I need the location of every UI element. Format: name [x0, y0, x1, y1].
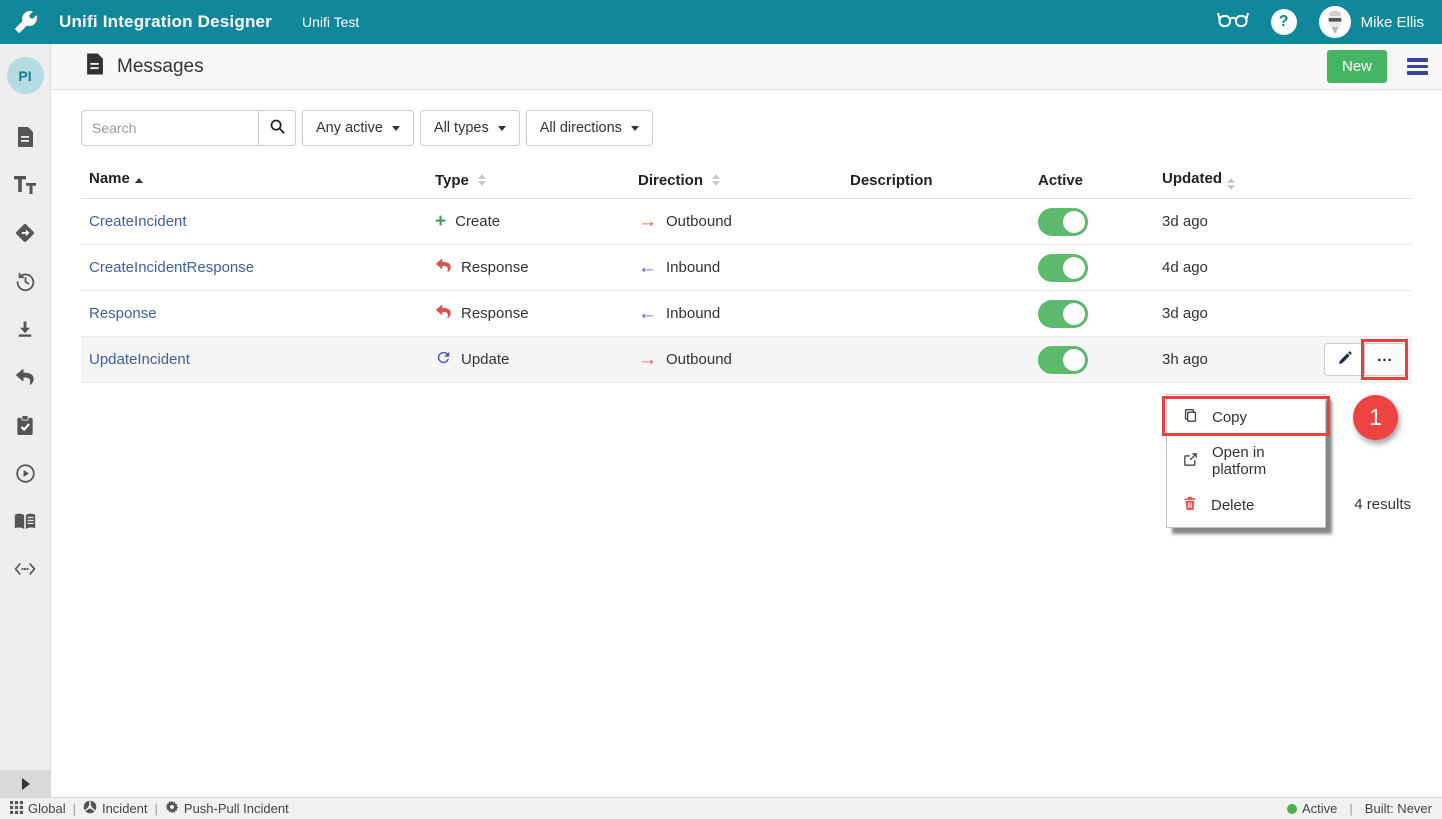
menu-icon[interactable]	[1407, 55, 1428, 78]
user-menu[interactable]: Mike Ellis	[1319, 6, 1424, 38]
message-name-link[interactable]: CreateIncidentResponse	[89, 259, 254, 276]
search-input[interactable]	[81, 110, 258, 146]
wrench-icon[interactable]	[0, 11, 51, 33]
plus-icon: +	[435, 212, 446, 231]
refresh-icon	[435, 349, 452, 370]
search-icon	[269, 118, 286, 138]
pencil-icon	[1337, 350, 1353, 369]
filter-bar: Any active All types All directions	[81, 110, 1412, 146]
table-row: CreateIncidentResponse Response ← Inboun…	[81, 245, 1412, 291]
reply-icon	[435, 304, 452, 323]
user-avatar	[1319, 6, 1351, 38]
results-count: 4 results	[1354, 496, 1411, 513]
arrow-left-icon: ←	[638, 304, 657, 323]
sort-icon	[478, 174, 486, 186]
help-icon[interactable]: ?	[1271, 9, 1297, 35]
column-header-updated[interactable]: Updated	[1154, 170, 1294, 190]
reply-icon[interactable]	[14, 367, 36, 387]
new-button[interactable]: New	[1327, 50, 1387, 83]
play-circle-icon[interactable]	[14, 463, 36, 483]
menu-item-delete[interactable]: Delete	[1167, 483, 1325, 527]
active-filter-dropdown[interactable]: Any active	[302, 110, 414, 146]
text-fields-icon[interactable]	[14, 175, 36, 195]
left-sidebar: PI	[0, 44, 51, 797]
column-header-description: Description	[850, 172, 1038, 189]
menu-item-copy[interactable]: Copy	[1167, 395, 1325, 439]
built-status: Built: Never	[1365, 801, 1432, 816]
statusbar-integration[interactable]: Incident	[83, 800, 148, 817]
active-toggle[interactable]	[1038, 208, 1088, 236]
message-name-link[interactable]: UpdateIncident	[89, 351, 190, 368]
app-title: Unifi Integration Designer	[59, 12, 272, 32]
chevron-down-icon	[498, 126, 506, 131]
glasses-icon[interactable]	[1217, 9, 1249, 36]
status-bar: Global | Incident | Push-Pull Incident A…	[0, 797, 1442, 819]
active-toggle[interactable]	[1038, 254, 1088, 282]
chevron-down-icon	[631, 126, 639, 131]
external-link-icon	[1182, 451, 1199, 472]
book-icon[interactable]	[14, 511, 36, 531]
active-toggle[interactable]	[1038, 300, 1088, 328]
sidebar-expand-button[interactable]	[0, 770, 51, 797]
table-row-selected: UpdateIncident Update → Outbound 3h ago	[81, 337, 1412, 383]
sort-asc-icon	[135, 178, 143, 190]
chevron-down-icon	[392, 126, 400, 131]
message-name-link[interactable]: Response	[89, 305, 157, 322]
trash-icon	[1182, 495, 1198, 516]
table-header-row: Name Type Direction Description Active	[81, 162, 1412, 199]
expand-arrow-icon	[22, 778, 30, 790]
active-toggle[interactable]	[1038, 346, 1088, 374]
arrow-left-icon: ←	[638, 258, 657, 277]
column-header-direction[interactable]: Direction	[638, 172, 850, 189]
copy-icon	[1182, 407, 1199, 428]
page-title: Messages	[117, 56, 204, 78]
statusbar-global[interactable]: Global	[10, 801, 66, 817]
context-menu: Copy Open in platform Delete	[1166, 394, 1326, 528]
search-button[interactable]	[258, 110, 296, 146]
page-header: Messages New	[51, 44, 1442, 90]
message-name-link[interactable]: CreateIncident	[89, 213, 187, 230]
type-filter-dropdown[interactable]: All types	[420, 110, 520, 146]
messages-icon	[85, 53, 104, 80]
direction-filter-dropdown[interactable]: All directions	[526, 110, 653, 146]
process-icon	[83, 800, 97, 817]
table-row: CreateIncident + Create → Outbound 3d ag…	[81, 199, 1412, 245]
top-navigation-bar: Unifi Integration Designer Unifi Test ?	[0, 0, 1442, 44]
clipboard-check-icon[interactable]	[14, 415, 36, 435]
more-actions-button[interactable]: ...	[1365, 343, 1406, 376]
active-status-label: Active	[1302, 801, 1337, 816]
code-icon[interactable]	[14, 559, 36, 579]
grid-icon	[10, 801, 23, 817]
edit-button[interactable]	[1324, 343, 1365, 376]
arrow-right-icon: →	[638, 350, 657, 369]
gear-icon	[165, 800, 179, 817]
annotation-step-badge: 1	[1353, 395, 1398, 440]
arrow-right-icon: →	[638, 212, 657, 231]
messages-table: Name Type Direction Description Active	[81, 162, 1412, 383]
menu-item-open-in-platform[interactable]: Open in platform	[1167, 439, 1325, 483]
column-header-type[interactable]: Type	[435, 172, 638, 189]
active-status-dot	[1287, 804, 1297, 814]
sort-icon	[712, 174, 720, 186]
statusbar-process[interactable]: Push-Pull Incident	[165, 800, 289, 817]
document-icon[interactable]	[14, 127, 36, 147]
user-name: Mike Ellis	[1361, 14, 1424, 31]
column-header-active: Active	[1038, 172, 1154, 189]
download-icon[interactable]	[14, 319, 36, 339]
column-header-name[interactable]: Name	[81, 170, 435, 190]
diamond-arrow-icon[interactable]	[14, 223, 36, 243]
sort-icon	[1227, 178, 1235, 190]
workspace-avatar[interactable]: PI	[7, 57, 44, 94]
reply-icon	[435, 258, 452, 277]
table-row: Response Response ← Inbound 3d ago	[81, 291, 1412, 337]
history-icon[interactable]	[14, 271, 36, 291]
environment-name[interactable]: Unifi Test	[302, 14, 359, 30]
